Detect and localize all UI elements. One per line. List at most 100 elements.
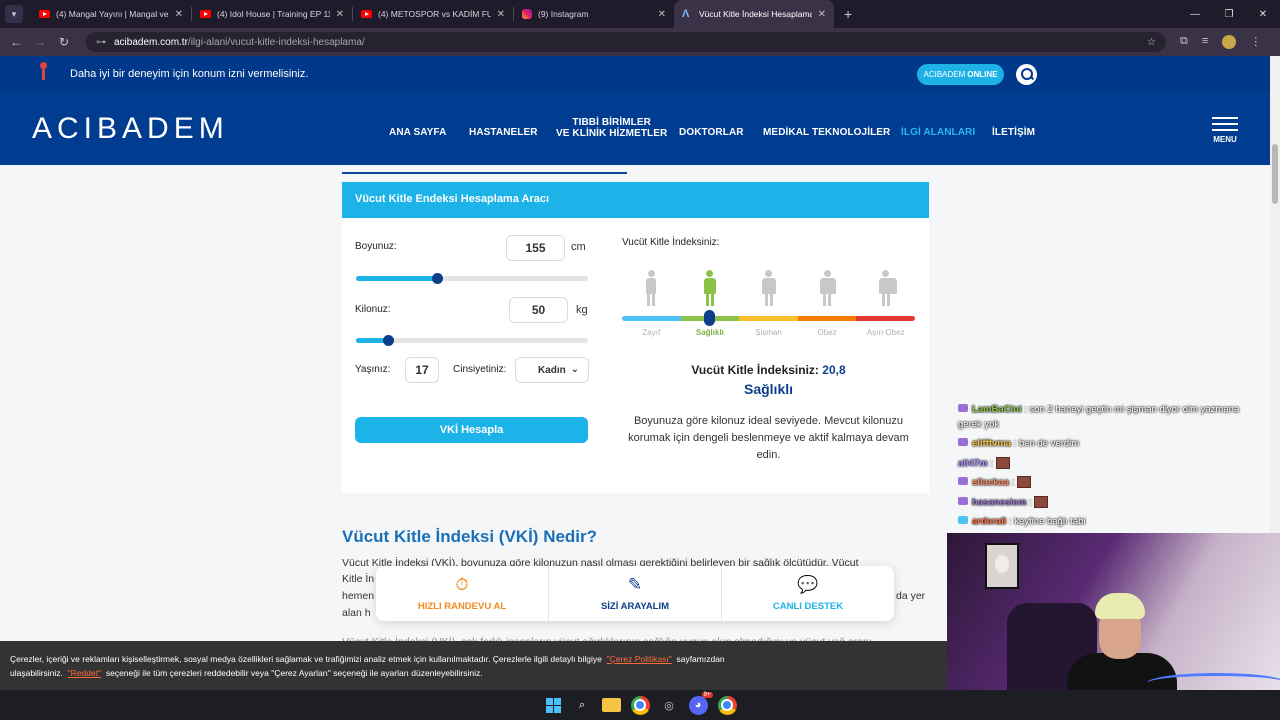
close-icon[interactable]: ✕: [336, 9, 344, 20]
chrome-icon[interactable]: [717, 695, 737, 715]
nav-medical-units[interactable]: TIBBİ BİRİMLER VE KLİNİK HİZMETLER: [556, 117, 667, 139]
bookmark-star-icon[interactable]: ☆: [1147, 37, 1156, 48]
article-line-3-end: da yer: [896, 590, 926, 602]
close-icon[interactable]: ✕: [497, 9, 505, 20]
close-window-icon[interactable]: ✕: [1246, 0, 1280, 28]
emote-icon: [995, 457, 1010, 470]
profile-avatar[interactable]: [1222, 35, 1237, 49]
bmi-scale-bar: [622, 316, 915, 321]
weight-slider-handle[interactable]: [383, 335, 395, 346]
weight-slider[interactable]: [356, 335, 588, 346]
bmi-index-label: Vucüt Kitle İndeksiniz:: [622, 237, 720, 248]
media-icon[interactable]: ≡: [1202, 35, 1208, 49]
calculate-bmi-button[interactable]: VKİ Hesapla: [355, 417, 588, 443]
height-unit: cm: [571, 241, 586, 253]
address-bar[interactable]: ⊶ acibadem.com.tr /ilgi-alani/vucut-kitl…: [86, 32, 1166, 52]
extensions-icon[interactable]: ⧉: [1180, 35, 1188, 49]
gender-label: Cinsiyetiniz:: [453, 364, 507, 375]
window-controls: — ❐ ✕: [1178, 0, 1280, 28]
obs-icon[interactable]: ◎: [660, 696, 679, 715]
bmi-scale-segment: [622, 316, 681, 321]
nav-contact[interactable]: İLETİŞİM: [992, 127, 1035, 138]
bmi-calculator-card: Boyunuz: 155 cm Kilonuz: 50 kg Yaşınız: …: [342, 218, 929, 493]
site-info-icon[interactable]: ⊶: [96, 37, 106, 48]
browser-tab-3[interactable]: (4) METOSPOR vs KADİM FUTB ✕: [353, 0, 513, 28]
bmi-result-category: Sağlıklı: [743, 381, 794, 397]
windows-start-icon[interactable]: [544, 696, 563, 715]
tab-title: (4) Mangal Yayını | Mangal ve Tü: [56, 9, 169, 19]
more-menu-icon[interactable]: ⋮: [1250, 35, 1261, 49]
section-tab-underline: [342, 172, 627, 174]
live-support-button[interactable]: 💬 CANLI DESTEK: [722, 566, 894, 621]
subscriber-badge-icon: [958, 438, 968, 446]
article-line-3: hemen: [342, 590, 375, 602]
cookie-text-1: Çerezler, içeriği ve reklamları kişisell…: [10, 654, 602, 664]
nav-interests[interactable]: İLGİ ALANLARI: [901, 127, 975, 138]
cookie-reject-link[interactable]: "Reddet": [68, 668, 101, 678]
toolbar-extensions: ⧉ ≡ ⋮: [1180, 35, 1261, 49]
nav-doctors[interactable]: DOKTORLAR: [679, 127, 744, 138]
height-input[interactable]: 155: [506, 235, 565, 261]
maximize-icon[interactable]: ❐: [1212, 0, 1246, 28]
search-icon[interactable]: ⌕: [573, 696, 592, 715]
body-figure-icon: [644, 270, 658, 308]
chat-bubbles-icon: 💬: [797, 575, 819, 594]
bmi-category-label: Obez: [817, 328, 837, 337]
reload-icon[interactable]: ↻: [52, 35, 76, 49]
cookie-text-3: ulaşabilirsiniz.: [10, 668, 63, 678]
bmi-scale-marker: [704, 310, 715, 326]
height-slider-handle[interactable]: [432, 273, 444, 284]
new-tab-button[interactable]: +: [844, 6, 852, 22]
discord-icon[interactable]: ◕ 9+: [688, 691, 713, 715]
cookie-policy-link[interactable]: "Çerez Politikası": [607, 654, 672, 664]
acibadem-logo[interactable]: ACIBADEM: [32, 112, 229, 146]
weight-input[interactable]: 50: [509, 297, 568, 323]
nav-medtech[interactable]: MEDİKAL TEKNOLOJİLER: [763, 127, 890, 138]
age-input[interactable]: 17: [405, 357, 439, 383]
youtube-icon: [200, 10, 211, 18]
close-icon[interactable]: ✕: [175, 9, 183, 20]
discord-notification-badge: 9+: [701, 691, 713, 698]
acibadem-online-button[interactable]: ACIBADEM ONLINE: [917, 64, 1004, 85]
gender-select[interactable]: Kadın ⌄: [515, 357, 589, 383]
close-icon[interactable]: ✕: [818, 9, 826, 20]
forward-icon[interactable]: →: [28, 35, 52, 49]
height-label: Boyunuz:: [355, 241, 397, 252]
call-me-button[interactable]: ✎ SİZİ ARAYALIM: [549, 566, 722, 621]
browser-tab-4[interactable]: (9) Instagram ✕: [514, 0, 674, 28]
form-icon: ✎: [627, 575, 643, 594]
browser-tab-2[interactable]: (4) Idol House | Training EP 11 | ✕: [192, 0, 352, 28]
height-slider-fill: [356, 276, 438, 281]
body-figure-icon: [703, 270, 717, 308]
bmi-result: Vucüt Kitle İndeksiniz: 20,8: [622, 363, 915, 377]
body-figure-icon: [878, 270, 897, 308]
height-slider[interactable]: [356, 273, 588, 284]
chat-text: :: [990, 458, 993, 469]
chat-message: elifftvma : ben de verdim: [958, 436, 1079, 451]
chat-text: :: [1011, 477, 1015, 488]
online-label-suffix: ONLINE: [967, 70, 998, 79]
back-icon[interactable]: ←: [4, 35, 28, 49]
bmi-result-value: 20,8: [822, 363, 846, 377]
browser-tab-5[interactable]: Λ Vücut Kitle İndeksi Hesaplama ✕: [674, 0, 834, 28]
quick-appointment-button[interactable]: ⏱ HIZLI RANDEVU AL: [376, 566, 549, 621]
scrollbar-thumb[interactable]: [1272, 144, 1278, 204]
subscriber-badge-icon: [958, 477, 968, 485]
chat-text: : son 2 haneyi geçtin mi şişman diyor ol…: [1024, 404, 1240, 415]
menu-button[interactable]: MENU: [1212, 117, 1238, 144]
url-host: acibadem.com.tr: [114, 36, 188, 48]
chat-message: hasanesiem :: [958, 495, 1049, 510]
minimize-icon[interactable]: —: [1178, 0, 1212, 28]
chrome-icon[interactable]: [630, 695, 650, 715]
nav-hospitals[interactable]: HASTANELER: [469, 127, 538, 138]
nav-home[interactable]: ANA SAYFA: [389, 127, 446, 138]
chat-message: LamBaCini : son 2 haneyi geçtin mi şişma…: [958, 402, 1239, 432]
bmi-scale-segment: [856, 316, 915, 321]
file-explorer-icon[interactable]: [601, 698, 621, 712]
browser-tab-1[interactable]: (4) Mangal Yayını | Mangal ve Tü ✕: [31, 0, 191, 28]
streamer-webcam: [947, 533, 1280, 690]
youtube-icon: [39, 10, 50, 18]
tab-search-button[interactable]: ▾: [5, 5, 23, 23]
search-icon[interactable]: [1016, 64, 1037, 85]
close-icon[interactable]: ✕: [658, 9, 666, 20]
